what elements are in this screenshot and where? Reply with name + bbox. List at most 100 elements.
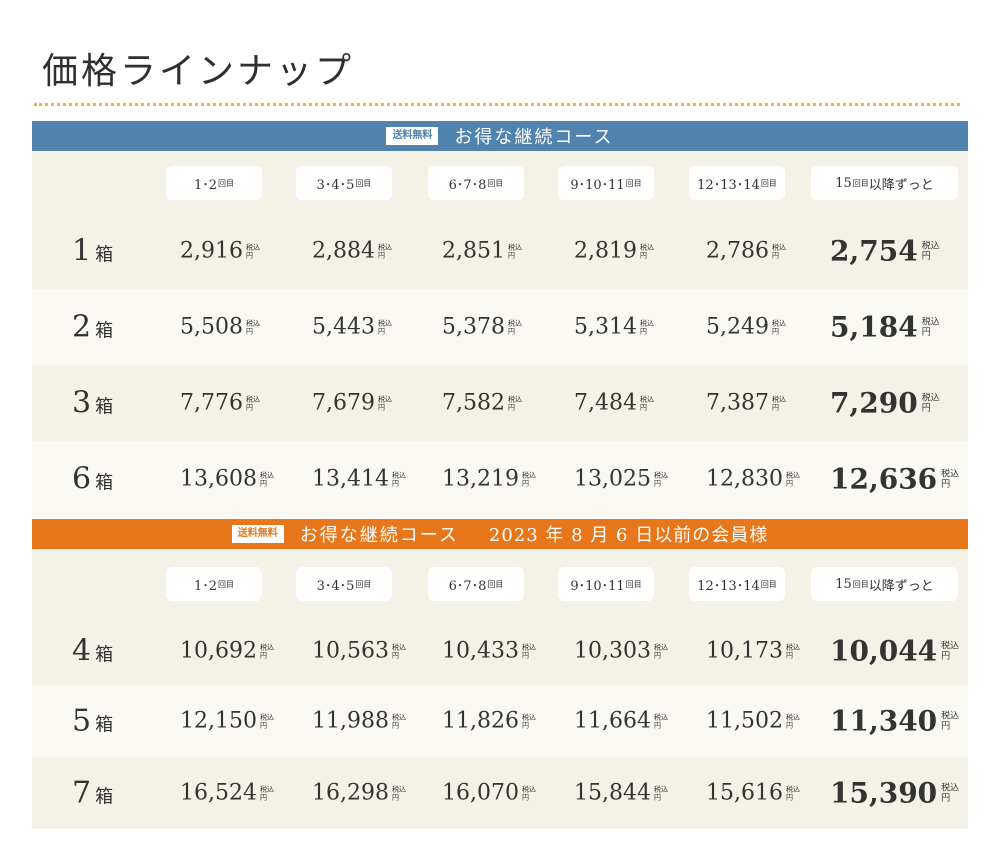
tax-included-label: 税込円 (772, 395, 786, 411)
price-value: 15,616 (706, 780, 783, 806)
tier-label: 1･2 回目 (166, 166, 262, 200)
price-row: 7 箱 16,524 税込円 16,298 税込円 16,070 税込円 15,844 税込円 15… (32, 757, 968, 829)
tier-label: 3･4･5 回目 (296, 567, 392, 601)
price-row: 6 箱 13,608 税込円 13,414 税込円 13,219 税込円 13,025 税込円 12… (32, 441, 968, 517)
price: 10,173 税込円 (706, 639, 800, 664)
final-price: 2,754 税込円 (830, 235, 940, 268)
price-value: 10,563 (312, 638, 389, 664)
price: 11,988 税込円 (312, 709, 406, 734)
tax-label-top: 税込 (507, 395, 522, 403)
tier-number: 1･2 (193, 177, 218, 193)
tax-label-top: 税込 (377, 395, 392, 403)
price: 2,819 税込円 (574, 239, 654, 264)
price: 10,433 税込円 (442, 639, 536, 664)
tax-label-bottom: 円 (941, 793, 951, 803)
tax-included-label: 税込円 (654, 785, 668, 801)
tax-label-top: 税込 (391, 785, 406, 793)
price-row: 4 箱 10,692 税込円 10,563 税込円 10,433 税込円 10,303 税込円 10… (32, 617, 968, 685)
tax-label-bottom: 円 (391, 479, 399, 487)
price-value: 13,025 (574, 466, 651, 492)
free-shipping-badge: 送料無料 (386, 127, 439, 145)
price-value: 12,830 (706, 466, 783, 492)
tax-label-top: 税込 (921, 317, 940, 327)
tax-included-label: 税込円 (786, 643, 800, 659)
price-value: 11,502 (706, 708, 783, 734)
tax-label-top: 税込 (941, 469, 960, 479)
price: 2,884 税込円 (312, 239, 392, 264)
tax-label-top: 税込 (245, 319, 260, 327)
tax-label-bottom: 円 (377, 403, 385, 411)
tax-label-top: 税込 (259, 713, 274, 721)
final-price: 11,340 税込円 (830, 705, 959, 738)
price: 16,524 税込円 (180, 781, 274, 806)
tax-included-label: 税込円 (378, 395, 392, 411)
tax-included-label: 税込円 (522, 643, 536, 659)
tax-label-top: 税込 (785, 713, 800, 721)
tax-label-top: 税込 (771, 243, 786, 251)
page-title: 価格ラインナップ (42, 51, 355, 92)
tier-label: 15 回目 以降ずっと (811, 567, 958, 601)
price: 7,484 税込円 (574, 391, 654, 416)
price-table-legacy-members: 送料無料 お得な継続コース 2023 年 8 月 6 日以前の会員様 1･2 回目… (32, 519, 968, 829)
price: 2,851 税込円 (442, 239, 522, 264)
price: 10,303 税込円 (574, 639, 668, 664)
tier-unit: 回目 (487, 178, 504, 188)
tax-label-top: 税込 (521, 643, 536, 651)
tier-suffix: 以降ずっと (868, 578, 934, 594)
price: 7,387 税込円 (706, 391, 786, 416)
price-value: 5,378 (442, 314, 505, 340)
price-row: 3 箱 7,776 税込円 7,679 税込円 7,582 税込円 7,484 税込円 7,387 税… (32, 365, 968, 441)
tax-label-top: 税込 (259, 471, 274, 479)
tax-included-label: 税込円 (772, 243, 786, 259)
price-value: 13,608 (180, 466, 257, 492)
tax-included-label: 税込円 (522, 713, 536, 729)
tier-unit: 回目 (760, 579, 777, 589)
tax-included-label: 税込円 (941, 469, 959, 489)
price-value: 7,776 (180, 390, 243, 416)
box-quantity: 2箱 (72, 310, 113, 345)
price-value: 5,443 (312, 314, 375, 340)
section-note: 2023 年 8 月 6 日以前の会員様 (488, 525, 769, 546)
tier-number: 3･4･5 (316, 177, 355, 193)
box-quantity: 4箱 (72, 634, 113, 669)
price: 15,844 税込円 (574, 781, 668, 806)
price: 13,414 税込円 (312, 467, 406, 492)
tax-included-label: 税込円 (392, 471, 406, 487)
tax-label-bottom: 円 (653, 793, 661, 801)
tax-label-top: 税込 (921, 241, 940, 251)
tax-label-top: 税込 (639, 243, 654, 251)
tier-suffix: 以降ずっと (868, 177, 934, 193)
price-row: 5 箱 12,150 税込円 11,988 税込円 11,826 税込円 11,664 税込円 11… (32, 685, 968, 757)
tax-label-top: 税込 (245, 243, 260, 251)
tier-unit: 回目 (760, 178, 777, 188)
price-value: 16,070 (442, 780, 519, 806)
price: 2,786 税込円 (706, 239, 786, 264)
price-value: 2,851 (442, 238, 505, 264)
tax-label-top: 税込 (653, 713, 668, 721)
tax-label-top: 税込 (771, 395, 786, 403)
section-title: お得な継続コース (299, 525, 459, 546)
section-header: 送料無料 お得な継続コース 2023 年 8 月 6 日以前の会員様 (32, 519, 968, 549)
price-value: 16,524 (180, 780, 257, 806)
price-row: 1 箱 2,916 税込円 2,884 税込円 2,851 税込円 2,819 税込円 2,786 税… (32, 213, 968, 289)
tax-label-bottom: 円 (785, 793, 793, 801)
tax-included-label: 税込円 (941, 711, 959, 731)
price-value: 10,173 (706, 638, 783, 664)
price: 11,502 税込円 (706, 709, 800, 734)
tax-included-label: 税込円 (508, 319, 522, 335)
box-quantity: 7箱 (72, 776, 113, 811)
tax-label-bottom: 円 (521, 651, 529, 659)
tier-unit: 回目 (218, 579, 235, 589)
tax-label-top: 税込 (941, 783, 960, 793)
price: 15,616 税込円 (706, 781, 800, 806)
price-value: 10,692 (180, 638, 257, 664)
tax-label-bottom: 円 (245, 251, 253, 259)
price: 7,582 税込円 (442, 391, 522, 416)
tax-label-top: 税込 (521, 713, 536, 721)
box-quantity: 3箱 (72, 386, 113, 421)
section-header: 送料無料 お得な継続コース (32, 121, 968, 151)
quantity-unit: 箱 (95, 396, 114, 418)
price: 16,070 税込円 (442, 781, 536, 806)
tax-included-label: 税込円 (941, 783, 959, 803)
price-value: 15,390 (830, 776, 938, 810)
